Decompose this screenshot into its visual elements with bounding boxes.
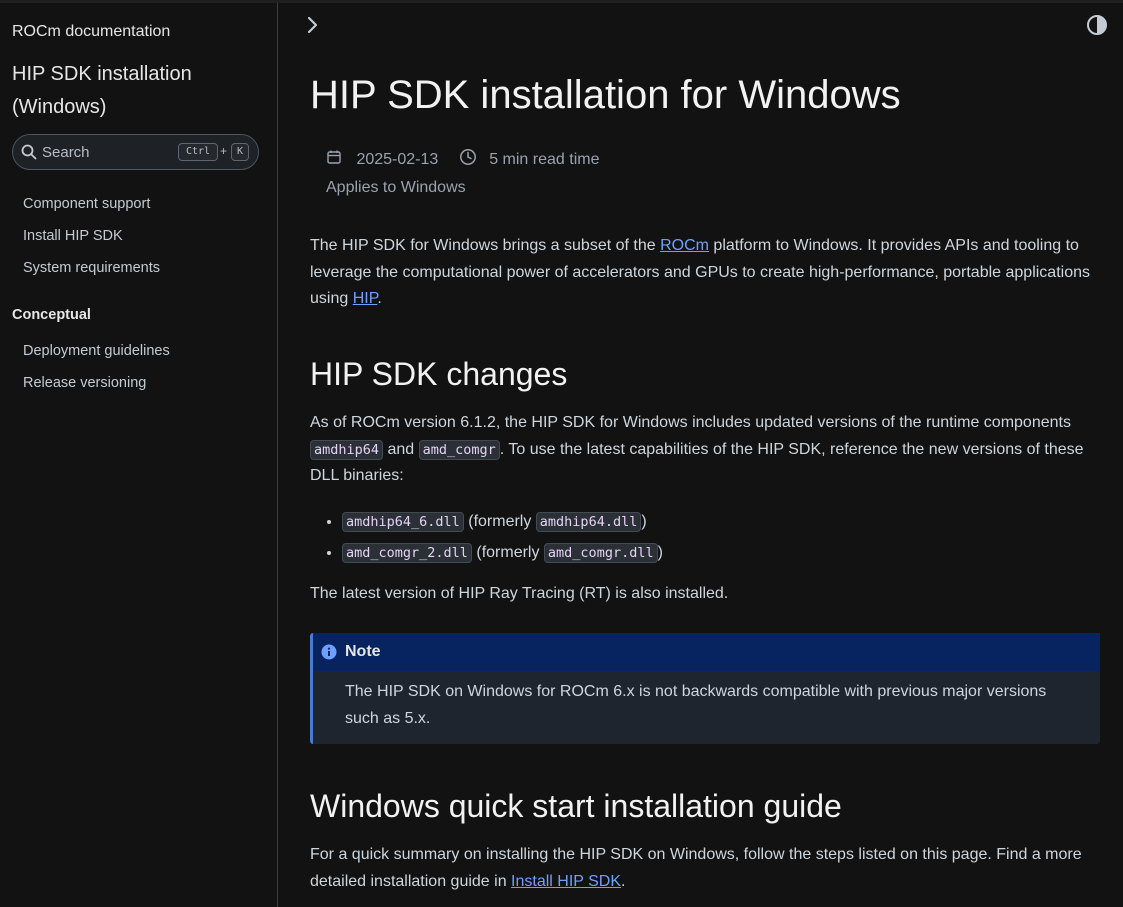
list-item: amd_comgr_2.dll (formerly amd_comgr.dll) bbox=[342, 539, 1042, 570]
code-old-dll: amd_comgr.dll bbox=[543, 543, 658, 563]
quick-text-2: . bbox=[621, 872, 626, 890]
code-new-dll: amdhip64_6.dll bbox=[342, 512, 464, 532]
heading-quick-start: Windows quick start installation guide bbox=[310, 788, 842, 824]
code-amd-comgr: amd_comgr bbox=[418, 439, 500, 460]
formerly-text: (formerly bbox=[463, 513, 536, 530]
sidebar-item-deployment-guidelines[interactable]: Deployment guidelines bbox=[23, 343, 170, 359]
sidebar-item-install-hip-sdk[interactable]: Install HIP SDK bbox=[23, 228, 123, 244]
list-item: amdhip64_6.dll (formerly amdhip64.dll) bbox=[342, 508, 1042, 539]
quick-text: For a quick summary on installing the HI… bbox=[310, 846, 1082, 890]
close-paren: ) bbox=[641, 513, 647, 530]
changes-and: and bbox=[383, 440, 419, 458]
applies-to: Applies to Windows bbox=[326, 179, 466, 196]
read-time: 5 min read time bbox=[489, 150, 600, 168]
intro-text: The HIP SDK for Windows brings a subset … bbox=[310, 237, 661, 254]
rocm-link[interactable]: ROCm bbox=[660, 237, 709, 254]
page-title: HIP SDK installation for Windows bbox=[310, 73, 901, 117]
sidebar: ROCm documentation HIP SDK installation … bbox=[0, 3, 278, 907]
sidebar-item-system-requirements[interactable]: System requirements bbox=[23, 260, 160, 276]
code-old-dll: amdhip64.dll bbox=[535, 512, 642, 532]
hip-link[interactable]: HIP bbox=[353, 290, 378, 307]
install-hip-sdk-link[interactable]: Install HIP SDK bbox=[511, 873, 621, 890]
changes-text: As of ROCm version 6.1.2, the HIP SDK fo… bbox=[310, 414, 1071, 431]
code-amdhip64: amdhip64 bbox=[310, 439, 384, 460]
heading-hip-sdk-changes: HIP SDK changes bbox=[310, 356, 568, 392]
contrast-icon[interactable] bbox=[1086, 14, 1108, 41]
search-input[interactable]: Search Ctrl + K bbox=[12, 134, 259, 170]
rt-paragraph: The latest version of HIP Ray Tracing (R… bbox=[310, 585, 729, 602]
note-header: Note bbox=[313, 633, 1100, 671]
intro-text-3: . bbox=[377, 290, 382, 307]
article-meta: 2025-02-13 5 min read time bbox=[326, 148, 599, 171]
intro-paragraph: The HIP SDK for Windows brings a subset … bbox=[310, 233, 1100, 313]
quick-start-paragraph: For a quick summary on installing the HI… bbox=[310, 842, 1100, 895]
note-admonition: Note The HIP SDK on Windows for ROCm 6.x… bbox=[310, 633, 1100, 744]
calendar-icon bbox=[326, 149, 342, 170]
code-new-dll: amd_comgr_2.dll bbox=[342, 543, 472, 563]
search-icon bbox=[21, 144, 37, 165]
sidebar-caption-conceptual: Conceptual bbox=[12, 307, 91, 323]
clock-icon bbox=[459, 148, 477, 171]
kbd-k: K bbox=[231, 143, 249, 161]
note-title: Note bbox=[345, 643, 381, 660]
close-paren: ) bbox=[657, 544, 663, 561]
dll-list: amdhip64_6.dll (formerly amdhip64.dll) a… bbox=[310, 508, 1042, 570]
article-date: 2025-02-13 bbox=[356, 150, 439, 168]
changes-paragraph: As of ROCm version 6.1.2, the HIP SDK fo… bbox=[310, 410, 1100, 490]
chevron-right-icon[interactable] bbox=[303, 14, 323, 41]
sidebar-item-release-versioning[interactable]: Release versioning bbox=[23, 375, 146, 391]
sidebar-page-title[interactable]: HIP SDK installation (Windows) bbox=[12, 58, 252, 124]
kbd-ctrl: Ctrl bbox=[178, 143, 218, 161]
formerly-text: (formerly bbox=[471, 544, 544, 561]
note-body: The HIP SDK on Windows for ROCm 6.x is n… bbox=[345, 683, 1047, 727]
info-icon bbox=[321, 644, 337, 665]
site-brand-link[interactable]: ROCm documentation bbox=[12, 23, 170, 41]
kbd-plus: + bbox=[220, 144, 228, 158]
search-placeholder: Search bbox=[42, 144, 90, 161]
sidebar-item-component-support[interactable]: Component support bbox=[23, 196, 150, 212]
